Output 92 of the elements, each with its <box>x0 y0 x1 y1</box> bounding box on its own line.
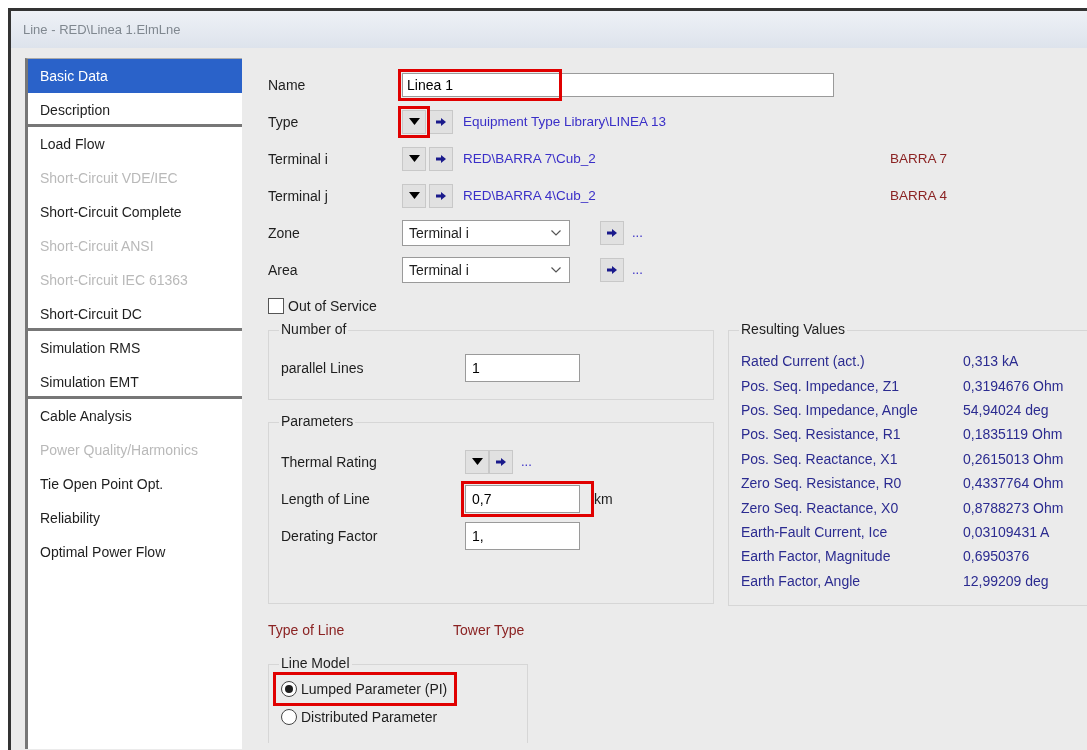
jump-button[interactable] <box>600 257 624 282</box>
dropdown-field[interactable]: Terminal i <box>402 256 570 283</box>
result-value: 0,1835119 Ohm <box>963 426 1063 443</box>
field-label: Derating Factor <box>281 527 379 544</box>
field-label: Name <box>268 76 307 93</box>
result-value: 0,4337764 Ohm <box>963 475 1064 492</box>
field-label: Type <box>268 113 300 130</box>
number-field[interactable]: 1 <box>465 353 580 382</box>
bus-name: BARRA 7 <box>889 151 947 166</box>
radio-button[interactable] <box>281 681 297 697</box>
dropdown-button[interactable] <box>465 449 489 474</box>
result-value: 0,3194676 Ohm <box>963 377 1064 394</box>
result-name: Pos. Seq. Resistance, R1 <box>741 426 902 443</box>
link[interactable]: Type of Line <box>268 622 453 642</box>
arrow-right-icon <box>436 191 446 200</box>
sidebar-item[interactable]: Optimal Power Flow <box>28 535 242 569</box>
more-link[interactable]: ... <box>632 225 643 240</box>
radio-label: Distributed Parameter <box>301 709 438 725</box>
result-name: Rated Current (act.) <box>741 353 866 370</box>
sidebar-item[interactable]: Load Flow <box>28 127 242 161</box>
result-name: Zero Seq. Reactance, X0 <box>741 499 900 516</box>
result-name: Earth Factor, Angle <box>741 572 862 589</box>
field-label: Length of Line <box>281 490 371 507</box>
result-name: Pos. Seq. Impedance, Angle <box>741 401 919 418</box>
more-link[interactable]: ... <box>521 454 532 469</box>
reference-link[interactable]: RED\BARRA 7\Cub_2 <box>463 151 596 166</box>
arrow-right-icon <box>607 228 617 237</box>
sidebar-item[interactable]: Short-Circuit Complete <box>28 195 242 229</box>
dropdown-button[interactable] <box>402 183 426 208</box>
dropdown-value: Terminal i <box>409 261 469 278</box>
jump-button[interactable] <box>429 146 453 171</box>
sidebar-item[interactable]: Reliability <box>28 501 242 535</box>
sidebar-item[interactable]: Short-Circuit DC <box>28 297 242 331</box>
result-name: Zero Seq. Resistance, R0 <box>741 475 903 492</box>
bus-name: BARRA 4 <box>889 188 947 203</box>
triangle-down-icon <box>408 118 420 125</box>
jump-button[interactable] <box>429 183 453 208</box>
sidebar-item[interactable]: Basic Data <box>28 59 242 93</box>
unit-label: km <box>594 490 613 507</box>
dropdown-value: Terminal i <box>409 224 469 241</box>
result-name: Pos. Seq. Impedance, Z1 <box>741 377 900 394</box>
arrow-right-icon <box>436 154 446 163</box>
sidebar-item[interactable]: Simulation RMS <box>28 331 242 365</box>
field-label: Zone <box>268 224 301 241</box>
checkbox[interactable] <box>268 298 284 314</box>
group-title: Number of <box>279 321 349 337</box>
sidebar-item[interactable]: Simulation EMT <box>28 365 242 399</box>
sidebar-item[interactable]: Description <box>28 93 242 127</box>
link[interactable]: Tower Type <box>453 622 638 642</box>
sidebar-item[interactable]: Cable Analysis <box>28 399 242 433</box>
result-name: Earth-Fault Current, Ice <box>741 523 889 540</box>
triangle-down-icon <box>408 155 420 162</box>
result-value: 0,2615013 Ohm <box>963 450 1064 467</box>
arrow-right-icon <box>436 117 446 126</box>
result-value: 0,6950376 <box>963 548 1030 565</box>
arrow-right-icon <box>496 457 506 466</box>
checkbox-label: Out of Service <box>288 298 377 314</box>
radio-label: Lumped Parameter (PI) <box>301 681 448 697</box>
result-name: Earth Factor, Magnitude <box>741 548 892 565</box>
result-value: 12,99209 deg <box>963 572 1049 589</box>
field-label: Area <box>268 261 299 278</box>
radio-button[interactable] <box>281 709 297 725</box>
jump-button[interactable] <box>600 220 624 245</box>
number-field[interactable]: 1, <box>465 521 580 550</box>
field-label: Terminal i <box>268 150 329 167</box>
name-field[interactable]: Linea 1 <box>402 72 834 97</box>
result-value: 0,8788273 Ohm <box>963 499 1064 516</box>
chevron-down-icon <box>551 229 561 236</box>
field-label: Terminal j <box>268 187 329 204</box>
reference-link[interactable]: Equipment Type Library\LINEA 13 <box>463 114 667 129</box>
reference-link[interactable]: RED\BARRA 4\Cub_2 <box>463 188 596 203</box>
field-label: parallel Lines <box>281 359 365 376</box>
group-title: Parameters <box>279 413 356 429</box>
jump-button[interactable] <box>429 109 453 134</box>
group-title: Resulting Values <box>739 321 848 337</box>
chevron-down-icon <box>551 266 561 273</box>
number-field[interactable]: 0,7 <box>465 484 580 513</box>
triangle-down-icon <box>408 192 420 199</box>
field-label: Thermal Rating <box>281 453 378 470</box>
jump-button[interactable] <box>489 449 513 474</box>
group-title: Line Model <box>279 655 352 671</box>
sidebar-item[interactable]: Tie Open Point Opt. <box>28 467 242 501</box>
triangle-down-icon <box>471 458 483 465</box>
dropdown-button[interactable] <box>402 146 426 171</box>
result-value: 0,313 kA <box>963 353 1019 370</box>
arrow-right-icon <box>607 265 617 274</box>
more-link[interactable]: ... <box>632 262 643 277</box>
result-value: 54,94024 deg <box>963 401 1049 418</box>
result-name: Pos. Seq. Reactance, X1 <box>741 450 899 467</box>
result-value: 0,03109431 A <box>963 523 1050 540</box>
window-title: Line - RED\Linea 1.ElmLne <box>23 22 181 37</box>
dropdown-field[interactable]: Terminal i <box>402 219 570 246</box>
